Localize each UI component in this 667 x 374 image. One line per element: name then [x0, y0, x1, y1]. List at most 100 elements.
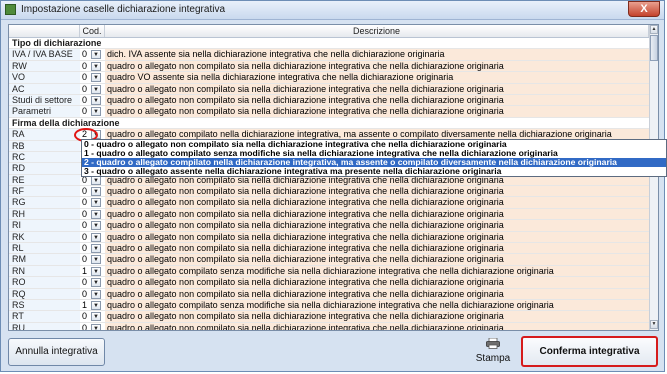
chevron-down-icon[interactable]: ▼ [91, 187, 101, 197]
chevron-down-icon[interactable]: ▼ [91, 61, 101, 71]
code-select[interactable]: 0 ▼ [80, 186, 104, 197]
table-row[interactable]: RL 0 ▼ quadro o allegato non compilato sia … [9, 243, 649, 255]
row-description: quadro o allegato non compilato sia nell… [105, 231, 649, 243]
chevron-down-icon[interactable]: ▼ [91, 323, 101, 330]
row-description: quadro o allegato non compilato sia nell… [105, 243, 649, 254]
code-select[interactable]: 0 ▼ [80, 288, 104, 299]
code-value: 0 [82, 94, 88, 105]
table-row[interactable]: RM 0 ▼ quadro o allegato non compilato sia … [9, 254, 649, 266]
section-header[interactable]: Tipo di dichiarazione [9, 38, 649, 50]
vertical-scrollbar[interactable]: ▲ ▼ [649, 25, 658, 330]
table-row[interactable]: VO 0 ▼ quadro VO assente sia nella dichiara… [9, 72, 649, 84]
row-name: RK [9, 231, 80, 243]
table-row[interactable]: RQ 0 ▼ quadro o allegato non compilato sia … [9, 288, 649, 300]
chevron-down-icon[interactable]: ▼ [91, 221, 101, 231]
table-row[interactable]: IVA / IVA BASE 0 ▼ dich. IVA assente sia ne… [9, 49, 649, 61]
code-select[interactable]: 0 ▼ [80, 311, 104, 322]
chevron-down-icon[interactable]: ▼ [91, 73, 101, 83]
table-row[interactable]: AC 0 ▼ quadro o allegato non compilato sia … [9, 83, 649, 95]
code-select[interactable]: 0 ▼ [80, 72, 104, 83]
table-row[interactable]: RI 0 ▼ quadro o allegato non compilato sia … [9, 220, 649, 232]
scrollbar-thumb[interactable] [650, 35, 658, 61]
code-select[interactable]: 0 ▼ [80, 322, 104, 331]
stampa-button[interactable]: Stampa [472, 334, 514, 368]
code-value: 0 [82, 220, 88, 231]
chevron-down-icon[interactable]: ▼ [91, 232, 101, 242]
row-name: VO [9, 72, 80, 83]
chevron-down-icon[interactable]: ▼ [91, 84, 101, 94]
code-value: 0 [82, 186, 88, 197]
code-select[interactable]: 0 ▼ [80, 94, 104, 106]
table-row[interactable]: RS 1 ▼ quadro o allegato compilato senza mo… [9, 299, 649, 312]
table-row[interactable]: RU 0 ▼ quadro o allegato non compilato sia … [9, 322, 649, 331]
row-name: Parametri [9, 106, 80, 117]
row-description: quadro o allegato non compilato sia nell… [105, 220, 649, 231]
section-header[interactable]: Firma della dichiarazione [9, 117, 649, 130]
code-select[interactable]: 0 ▼ [80, 231, 104, 243]
printer-icon [486, 338, 500, 349]
chevron-down-icon[interactable]: ▼ [91, 209, 101, 219]
table-row[interactable]: RG 0 ▼ quadro o allegato non compilato sia … [9, 197, 649, 209]
row-description: quadro o allegato compilato senza modifi… [105, 265, 649, 277]
table-row[interactable]: RW 0 ▼ quadro o allegato non compilato sia … [9, 60, 649, 73]
code-select[interactable]: 0 ▼ [80, 49, 104, 60]
table-row[interactable]: RF 0 ▼ quadro o allegato non compilato sia … [9, 186, 649, 198]
conferma-integrativa-button[interactable]: Conferma integrativa [521, 336, 658, 367]
code-select[interactable]: 0 ▼ [80, 106, 104, 117]
dropdown-option[interactable]: 3 - quadro o allegato assente nella dich… [82, 167, 666, 176]
row-name: RD [9, 163, 80, 174]
chevron-down-icon[interactable]: ▼ [91, 175, 101, 185]
code-value: 0 [82, 60, 88, 71]
close-button[interactable]: X [628, 1, 660, 17]
row-name: RB [9, 140, 80, 151]
code-select[interactable]: 0 ▼ [80, 197, 104, 208]
code-value: 0 [82, 288, 88, 299]
row-name: RC [9, 151, 80, 163]
chevron-down-icon[interactable]: ▼ [91, 255, 101, 265]
row-description: quadro o allegato non compilato sia nell… [105, 277, 649, 288]
header-desc: Descrizione [105, 25, 649, 37]
annulla-integrativa-button[interactable]: Annulla integrativa [8, 338, 105, 366]
code-select[interactable]: 0 ▼ [80, 83, 104, 94]
row-name: RM [9, 254, 80, 265]
table-row[interactable]: RT 0 ▼ quadro o allegato non compilato sia … [9, 311, 649, 323]
chevron-down-icon[interactable]: ▼ [91, 266, 101, 276]
row-name: RE [9, 174, 80, 186]
code-select[interactable]: 0 ▼ [80, 208, 104, 220]
code-select[interactable]: 0 ▼ [80, 220, 104, 231]
chevron-down-icon[interactable]: ▼ [91, 289, 101, 299]
code-select[interactable]: 0 ▼ [80, 60, 104, 72]
arrow-up-icon[interactable]: ▲ [650, 25, 658, 34]
code-select[interactable]: 0 ▼ [80, 277, 104, 288]
code-select[interactable]: 1 ▼ [80, 299, 104, 311]
table-row[interactable]: RK 0 ▼ quadro o allegato non compilato sia … [9, 231, 649, 244]
row-name: RA [9, 129, 80, 140]
chevron-down-icon[interactable]: ▼ [91, 198, 101, 208]
code-value: 0 [82, 83, 88, 94]
chevron-down-icon[interactable]: ▼ [91, 244, 101, 254]
close-icon: X [640, 3, 648, 15]
arrow-down-icon[interactable]: ▼ [650, 320, 658, 329]
code-value: 0 [82, 277, 88, 288]
code-value: 0 [82, 106, 88, 117]
row-description: quadro o allegato compilato nella dichia… [105, 129, 649, 140]
code-value: 1 [82, 265, 88, 276]
chevron-down-icon[interactable]: ▼ [91, 50, 101, 60]
code-select[interactable]: 1 ▼ [80, 265, 104, 277]
title-bar[interactable]: Impostazione caselle dichiarazione integ… [1, 1, 664, 20]
chevron-down-icon[interactable]: ▼ [91, 278, 101, 288]
table-row[interactable]: RN 1 ▼ quadro o allegato compilato senza mo… [9, 265, 649, 278]
chevron-down-icon[interactable]: ▼ [91, 95, 101, 105]
table-row[interactable]: RH 0 ▼ quadro o allegato non compilato sia … [9, 208, 649, 221]
chevron-down-icon[interactable]: ▼ [91, 300, 101, 310]
table-row[interactable]: Studi di settore 0 ▼ quadro o allegato non … [9, 94, 649, 107]
table-row[interactable]: Parametri 0 ▼ quadro o allegato non compila… [9, 106, 649, 118]
code-value: 0 [82, 322, 88, 331]
chevron-down-icon[interactable]: ▼ [91, 107, 101, 117]
chevron-down-icon[interactable]: ▼ [91, 312, 101, 322]
code-select[interactable]: 0 ▼ [80, 243, 104, 254]
table-row[interactable]: RO 0 ▼ quadro o allegato non compilato sia … [9, 277, 649, 289]
code-dropdown-list[interactable]: 0 - quadro o allegato non compilato sia … [81, 139, 667, 177]
code-select[interactable]: 0 ▼ [80, 254, 104, 265]
code-value: 0 [82, 208, 88, 219]
